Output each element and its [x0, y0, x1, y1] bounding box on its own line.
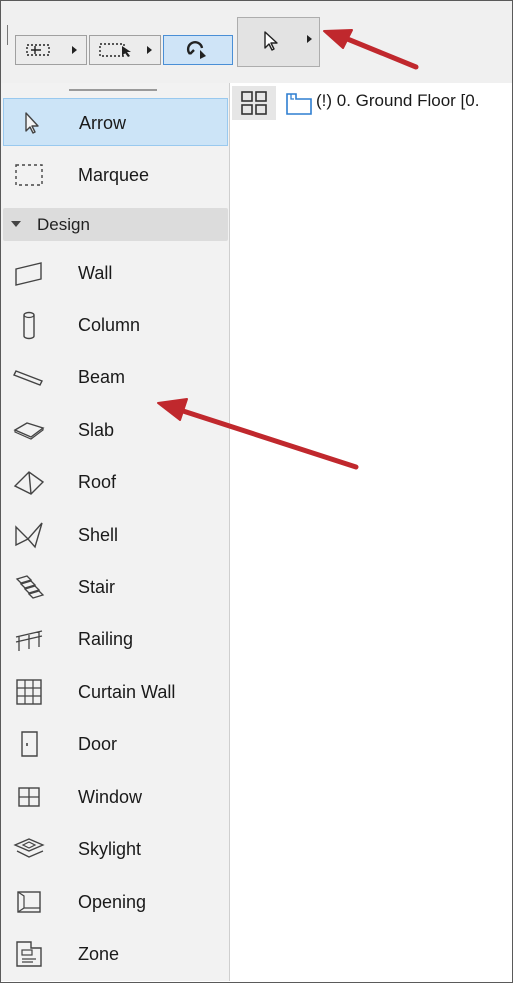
- panel-grip[interactable]: [69, 89, 157, 91]
- expand-caret-icon: [11, 221, 21, 227]
- window-icon: [13, 781, 45, 813]
- arrow-cursor-icon: [14, 107, 46, 139]
- quick-options-icon: [25, 41, 59, 59]
- tool-label: Railing: [78, 629, 134, 649]
- column-icon: [13, 309, 45, 341]
- tool-beam[interactable]: Beam: [3, 353, 228, 401]
- tool-roof[interactable]: Roof: [3, 458, 228, 506]
- dropdown-arrow-icon: [147, 46, 152, 54]
- stair-icon: [13, 571, 45, 603]
- toolbar-separator: [7, 25, 8, 45]
- tool-label: Skylight: [78, 839, 142, 859]
- tool-label: Marquee: [78, 165, 150, 185]
- tool-label: Door: [78, 734, 118, 754]
- tool-skylight[interactable]: Skylight: [3, 825, 228, 873]
- magnet-snap-icon: [184, 38, 212, 62]
- tool-label: Arrow: [79, 113, 127, 133]
- active-tool-button[interactable]: [237, 17, 320, 67]
- tool-label: Curtain Wall: [78, 682, 176, 702]
- tool-label: Column: [78, 315, 141, 335]
- door-icon: [13, 728, 45, 760]
- tool-marquee[interactable]: Marquee: [3, 151, 228, 199]
- tool-opening[interactable]: Opening: [3, 878, 228, 926]
- view-header: (!) 0. Ground Floor [0.: [230, 86, 512, 120]
- tool-window[interactable]: Window: [3, 773, 228, 821]
- view-tab-title[interactable]: (!) 0. Ground Floor [0.: [316, 86, 512, 116]
- skylight-icon: [13, 833, 45, 865]
- section-design-header[interactable]: Design: [3, 208, 228, 241]
- curtain-wall-icon: [13, 676, 45, 708]
- opening-icon: [13, 886, 45, 918]
- arrow-cursor-icon: [262, 30, 280, 52]
- section-label: Design: [37, 215, 90, 234]
- tool-label: Window: [78, 787, 143, 807]
- marquee-options-button[interactable]: [89, 35, 161, 65]
- tool-label: Opening: [78, 892, 147, 912]
- marquee-icon: [13, 159, 45, 191]
- grid-view-icon: [239, 89, 269, 117]
- tool-label: Beam: [78, 367, 126, 387]
- tool-shell[interactable]: Shell: [3, 511, 228, 559]
- tool-curtain-wall[interactable]: Curtain Wall: [3, 668, 228, 716]
- floor-plan-icon: [284, 90, 314, 116]
- tool-label: Slab: [78, 420, 115, 440]
- tool-slab[interactable]: Slab: [3, 406, 228, 454]
- tool-zone[interactable]: Zone: [3, 930, 228, 978]
- dropdown-arrow-icon: [72, 46, 77, 54]
- slab-icon: [13, 414, 45, 446]
- tool-label: Shell: [78, 525, 119, 545]
- tool-label: Stair: [78, 577, 116, 597]
- tool-label: Wall: [78, 263, 113, 283]
- tool-stair[interactable]: Stair: [3, 563, 228, 611]
- marquee-options-icon: [98, 41, 134, 59]
- tool-label: Zone: [78, 944, 120, 964]
- tool-railing[interactable]: Railing: [3, 615, 228, 663]
- dropdown-arrow-icon: [307, 35, 312, 43]
- zone-icon: [13, 938, 45, 970]
- tool-door[interactable]: Door: [3, 720, 228, 768]
- roof-icon: [13, 466, 45, 498]
- beam-icon: [13, 361, 45, 393]
- tool-arrow[interactable]: Arrow: [3, 98, 228, 146]
- quick-options-button[interactable]: [15, 35, 87, 65]
- view-grid-button[interactable]: [232, 86, 276, 120]
- tool-label: Roof: [78, 472, 117, 492]
- tool-wall[interactable]: Wall: [3, 249, 228, 297]
- toolbar: [1, 1, 512, 83]
- toolbox-panel: Arrow Marquee Design Wall Column Beam Sl…: [1, 83, 230, 981]
- shell-icon: [13, 519, 45, 551]
- railing-icon: [13, 623, 45, 655]
- tool-column[interactable]: Column: [3, 301, 228, 349]
- magnet-snap-button[interactable]: [163, 35, 233, 65]
- wall-icon: [13, 257, 45, 289]
